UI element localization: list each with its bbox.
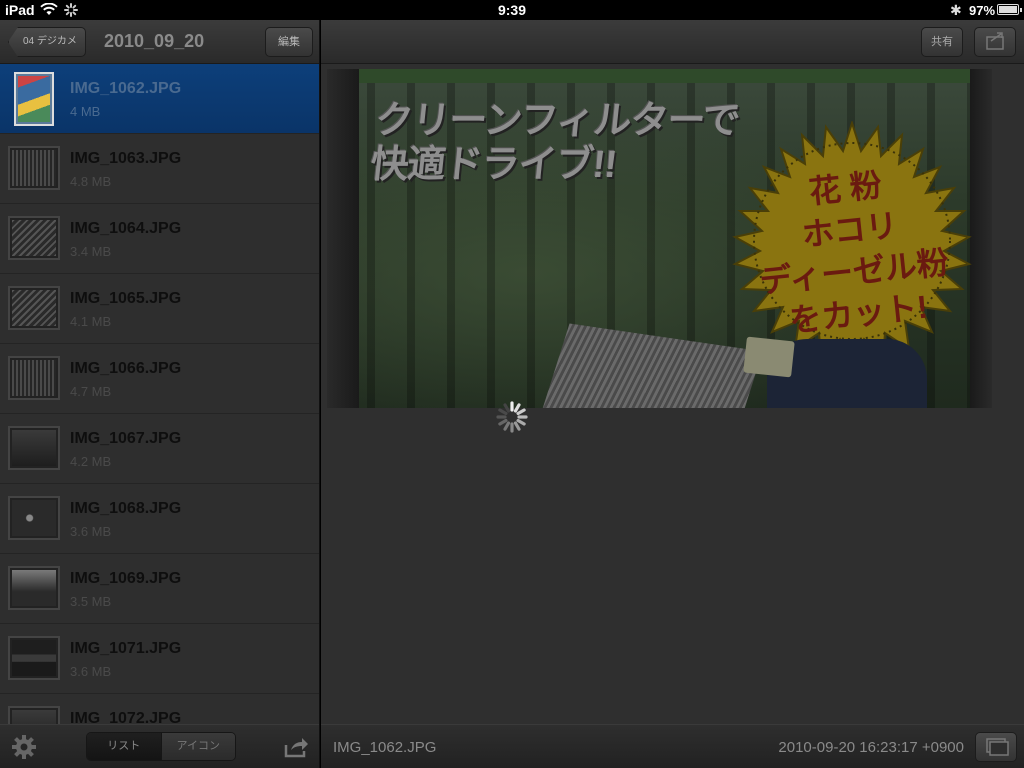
- file-list: IMG_1062.JPG 4 MB IMG_1063.JPG 4.8 MB IM…: [0, 64, 319, 724]
- list-item[interactable]: IMG_1071.JPG 3.6 MB: [0, 624, 319, 694]
- file-size: 4.8 MB: [70, 174, 112, 189]
- list-item[interactable]: IMG_1068.JPG 3.6 MB: [0, 484, 319, 554]
- file-name: IMG_1067.JPG: [70, 430, 182, 447]
- current-file-name: IMG_1062.JPG: [333, 739, 437, 756]
- thumbnail: [8, 706, 60, 724]
- file-name: IMG_1064.JPG: [70, 220, 182, 237]
- thumbnail: [8, 426, 60, 470]
- file-name: IMG_1065.JPG: [70, 290, 182, 307]
- card: [743, 336, 795, 378]
- right-nav-bar: 共有: [321, 20, 1024, 64]
- thumbnail: [8, 566, 60, 610]
- bluetooth-icon: ✱: [950, 2, 962, 18]
- list-item[interactable]: IMG_1066.JPG 4.7 MB: [0, 344, 319, 414]
- file-size: 3.5 MB: [70, 594, 112, 609]
- folder-title: 2010_09_20: [104, 31, 205, 51]
- list-item[interactable]: IMG_1067.JPG 4.2 MB: [0, 414, 319, 484]
- battery-percent: 97%: [969, 3, 996, 18]
- photo-preview: クリーンフィルターで 快適ドライブ!! 花 粉 ホコリ ディーゼル粉 をカット!: [327, 69, 992, 408]
- thumbnail: [14, 72, 54, 126]
- open-in-button[interactable]: [974, 27, 1016, 57]
- share-icon[interactable]: [283, 735, 309, 759]
- file-name: IMG_1072.JPG: [70, 710, 182, 724]
- file-size: 3.6 MB: [70, 664, 112, 679]
- file-size: 3.6 MB: [70, 524, 112, 539]
- list-item[interactable]: IMG_1062.JPG 4 MB: [0, 64, 319, 134]
- left-nav-bar: 04 デジカメ 2010_09_20 編集: [0, 20, 319, 64]
- left-toolbar: リスト アイコン: [0, 724, 319, 768]
- file-size: 4.1 MB: [70, 314, 112, 329]
- thumbnail: [8, 286, 60, 330]
- list-item[interactable]: IMG_1063.JPG 4.8 MB: [0, 134, 319, 204]
- file-name: IMG_1063.JPG: [70, 150, 182, 167]
- thumbnail: [8, 216, 60, 260]
- thumbnail: [8, 496, 60, 540]
- file-name: IMG_1062.JPG: [70, 80, 182, 97]
- list-item[interactable]: IMG_1064.JPG 3.4 MB: [0, 204, 319, 274]
- open-in-icon: [986, 32, 1004, 50]
- thumbnail: [8, 146, 60, 190]
- back-button[interactable]: 04 デジカメ: [8, 27, 86, 57]
- right-toolbar: IMG_1062.JPG 2010-09-20 16:23:17 +0900: [321, 724, 1024, 768]
- share-button[interactable]: 共有: [921, 27, 963, 57]
- image-viewer-pane: 共有 クリーンフィルターで 快適ドライブ!! 花 粉 ホコリ ディーゼル粉 をカ…: [321, 20, 1024, 768]
- file-name: IMG_1071.JPG: [70, 640, 182, 657]
- edit-button[interactable]: 編集: [265, 27, 313, 57]
- gear-icon[interactable]: [11, 734, 37, 760]
- file-size: 3.4 MB: [70, 244, 112, 259]
- file-name: IMG_1068.JPG: [70, 500, 182, 517]
- slideshow-button[interactable]: [975, 732, 1017, 762]
- loading-spinner-icon: [496, 401, 528, 433]
- file-size: 4.2 MB: [70, 454, 112, 469]
- file-size: 4.7 MB: [70, 384, 112, 399]
- list-item[interactable]: IMG_1072.JPG: [0, 694, 319, 724]
- battery-icon: [997, 4, 1022, 15]
- clock: 9:39: [497, 2, 527, 18]
- view-mode-segmented-control: リスト アイコン: [86, 732, 236, 761]
- slideshow-icon: [986, 738, 1009, 756]
- list-item[interactable]: IMG_1069.JPG 3.5 MB: [0, 554, 319, 624]
- thumbnail: [8, 636, 60, 680]
- list-item[interactable]: IMG_1065.JPG 4.1 MB: [0, 274, 319, 344]
- file-name: IMG_1066.JPG: [70, 360, 182, 377]
- list-view-tab[interactable]: リスト: [87, 733, 161, 760]
- file-name: IMG_1069.JPG: [70, 570, 182, 587]
- photo-datetime: 2010-09-20 16:23:17 +0900: [778, 739, 964, 756]
- badge-text: 花 粉 ホコリ ディーゼル粉 をカット!: [757, 166, 951, 339]
- photo-headline: クリーンフィルターで 快適ドライブ!!: [368, 100, 742, 186]
- icon-view-tab[interactable]: アイコン: [160, 733, 235, 760]
- file-list-pane: 04 デジカメ 2010_09_20 編集 IMG_1062.JPG 4 MB …: [0, 20, 320, 768]
- status-bar: iPad 9:39 ✱ 97%: [0, 0, 1024, 20]
- thumbnail: [8, 356, 60, 400]
- file-size: 4 MB: [70, 104, 101, 119]
